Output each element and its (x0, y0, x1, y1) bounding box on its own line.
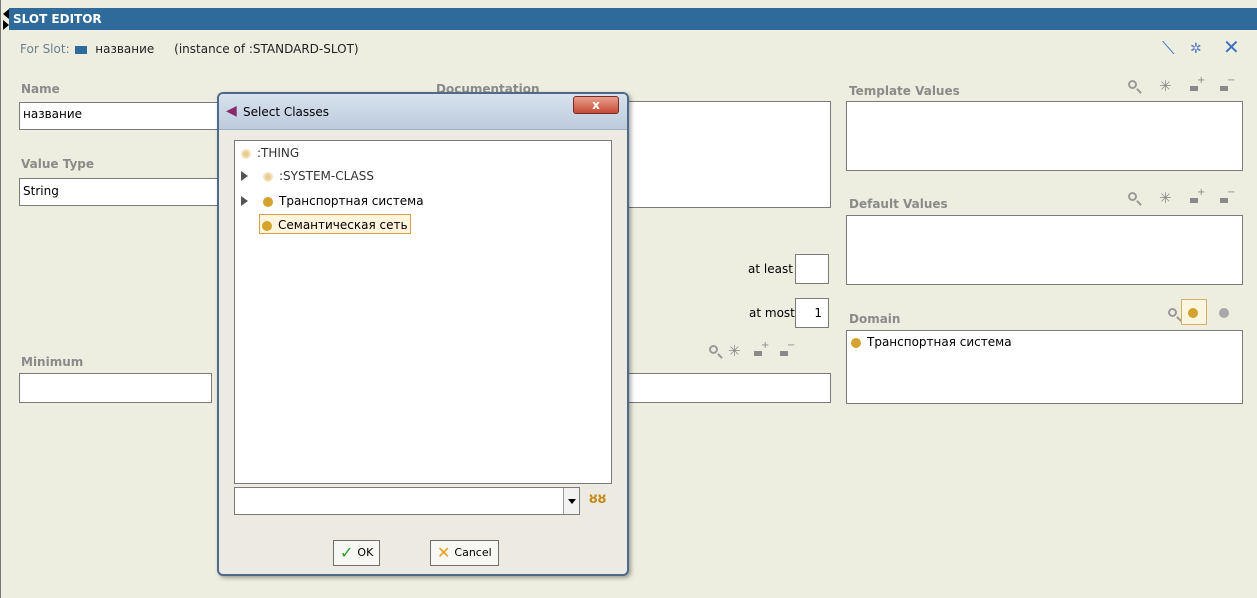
binoculars-icon[interactable]: ȣȣ (589, 492, 606, 507)
expand-icon[interactable] (241, 196, 248, 206)
name-field[interactable]: название (19, 102, 219, 130)
cancel-icon: ✕ (437, 543, 451, 562)
class-search-combo[interactable] (234, 487, 580, 515)
remove-icon[interactable] (1218, 75, 1235, 94)
class-icon (241, 148, 251, 159)
instance-of-text: (instance of :STANDARD-SLOT) (174, 42, 359, 56)
ok-label: OK (357, 546, 374, 559)
search-icon[interactable] (1168, 308, 1177, 317)
filter-icon[interactable]: ✲ (1190, 41, 1202, 57)
domain-label: Domain (849, 312, 901, 326)
remove-class-icon[interactable] (1219, 308, 1229, 318)
chevron-down-icon[interactable] (563, 488, 579, 514)
pin-icon[interactable]: ⟍ (1162, 38, 1175, 59)
search-icon[interactable] (1128, 80, 1137, 89)
tree-node-label: :SYSTEM-CLASS (279, 169, 374, 183)
minimum-label: Minimum (21, 355, 84, 369)
values-field[interactable] (623, 373, 831, 403)
ok-button[interactable]: ✓ OK (333, 540, 381, 566)
at-least-label: at least (748, 262, 793, 276)
value-type-label: Value Type (21, 157, 95, 171)
dialog-close-button[interactable]: x (573, 96, 619, 114)
slot-name: название (95, 42, 155, 56)
select-classes-dialog: ◀ Select Classes x :THING :SYSTEM-CLASS … (217, 92, 629, 576)
editor-title: SLOT EDITOR (9, 8, 1257, 30)
for-slot-header: For Slot: название (instance of :STANDAR… (20, 42, 359, 56)
tree-node[interactable]: :THING (241, 143, 299, 163)
delete-icon[interactable] (1159, 189, 1173, 207)
for-slot-label: For Slot: (20, 42, 70, 56)
minimum-field[interactable] (19, 373, 212, 403)
slot-icon (75, 45, 88, 54)
protege-icon: ◀ (226, 103, 237, 119)
expand-icon[interactable] (241, 171, 248, 181)
check-icon: ✓ (340, 543, 354, 562)
name-label: Name (21, 82, 60, 96)
add-icon[interactable] (752, 340, 769, 359)
class-add-icon (1188, 308, 1198, 318)
template-values-label: Template Values (849, 84, 960, 98)
add-icon[interactable] (1188, 75, 1205, 94)
value-type-value: String (23, 184, 59, 198)
template-values-list[interactable] (846, 101, 1243, 171)
default-values-list[interactable] (846, 215, 1243, 285)
close-icon[interactable]: ✕ (1223, 35, 1240, 59)
default-values-label: Default Values (849, 197, 948, 211)
class-icon (262, 220, 272, 231)
at-most-value: 1 (814, 306, 822, 320)
add-domain-button[interactable] (1181, 299, 1207, 325)
dialog-title: Select Classes (243, 105, 330, 119)
domain-list[interactable]: Транспортная система (846, 330, 1243, 404)
at-most-label: at most (749, 306, 795, 320)
class-icon (263, 171, 273, 182)
class-tree[interactable]: :THING :SYSTEM-CLASS Транспортная систем… (234, 140, 612, 484)
tree-node-label: :THING (257, 146, 300, 160)
name-value: название (23, 107, 83, 121)
tree-node-label: Транспортная система (279, 194, 424, 208)
domain-item-label: Транспортная система (867, 335, 1012, 349)
tree-node-label: Семантическая сеть (278, 218, 408, 232)
remove-icon[interactable] (1218, 187, 1235, 206)
tree-node[interactable]: :SYSTEM-CLASS (263, 166, 374, 186)
at-most-field[interactable]: 1 (795, 298, 829, 328)
documentation-field[interactable] (623, 101, 831, 208)
delete-icon[interactable] (728, 342, 742, 360)
tree-node[interactable]: Транспортная система (263, 191, 424, 211)
tree-node-selected[interactable]: Семантическая сеть (259, 214, 411, 234)
delete-icon[interactable] (1159, 77, 1173, 95)
cancel-label: Cancel (454, 546, 492, 559)
search-icon[interactable] (1128, 192, 1137, 201)
search-icon[interactable] (709, 345, 718, 354)
dialog-title-bar[interactable]: ◀ Select Classes x (219, 94, 627, 130)
class-icon (851, 337, 861, 348)
value-type-select[interactable]: String (19, 178, 219, 206)
at-least-field[interactable] (795, 254, 829, 284)
add-icon[interactable] (1188, 187, 1205, 206)
class-icon (263, 196, 273, 207)
remove-icon[interactable] (778, 340, 795, 359)
cancel-button[interactable]: ✕ Cancel (430, 540, 499, 566)
domain-item[interactable]: Транспортная система (851, 335, 1012, 349)
